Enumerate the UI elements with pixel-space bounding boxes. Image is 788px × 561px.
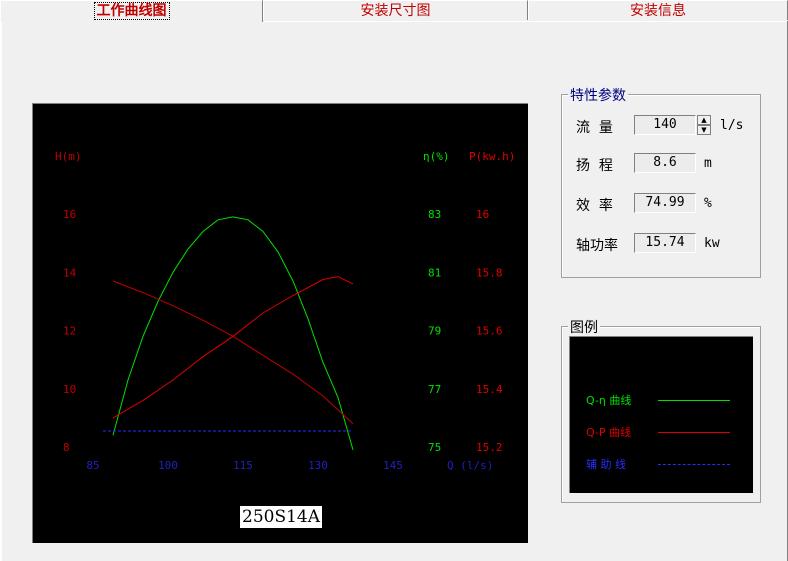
tab-label: 安装尺寸图 (360, 3, 431, 19)
param-unit: l/s (720, 118, 744, 133)
eta-axis-title: η(%) (423, 150, 450, 163)
param-row-flow: 流 量 140 ▲ ▼ l/s (562, 115, 760, 137)
legend-line-power (658, 432, 730, 433)
eta-tick-label: 77 (428, 383, 441, 396)
spin-up-icon[interactable]: ▲ (697, 115, 711, 125)
legend-title: 图例 (568, 317, 600, 337)
param-name: 轴功率 (576, 238, 618, 254)
param-name: 扬 程 (576, 158, 613, 174)
legend-label-power: Q-P 曲线 (586, 426, 632, 439)
flow-spinner[interactable]: ▲ ▼ (697, 115, 711, 135)
series-line-p (112, 276, 354, 419)
legend-label-eta: Q-η 曲线 (586, 394, 632, 407)
tab-install-info[interactable]: 安装信息 (528, 0, 788, 20)
spin-down-icon[interactable]: ▼ (697, 125, 711, 135)
efficiency-field: 74.99 (634, 193, 696, 213)
p-tick-label: 15.2 (476, 441, 503, 454)
p-tick-label: 15.8 (476, 266, 503, 279)
legend-line-eta (658, 400, 730, 401)
x-tick-label: 100 (158, 459, 178, 472)
q-axis-title: Q (l/s) (447, 459, 493, 472)
tab-performance-curve[interactable]: 工作曲线图 (0, 0, 263, 22)
performance-chart: H(m) η(%) P(kw.h) Q (l/s) 16 14 12 10 8 83 81 79 77 7… (32, 103, 528, 543)
h-tick-label: 10 (63, 383, 76, 396)
series-line-h (112, 280, 354, 425)
eta-tick-label: 83 (428, 208, 441, 221)
head-field: 8.6 (634, 153, 696, 173)
panel-edge-left (0, 21, 2, 561)
tab-bar: 工作曲线图 安装尺寸图 安装信息 (0, 0, 788, 22)
tab-install-dimensions[interactable]: 安装尺寸图 (263, 0, 528, 20)
legend-line-aux (658, 464, 730, 465)
param-unit: kw (704, 236, 720, 251)
p-tick-label: 15.6 (476, 325, 503, 338)
x-tick-label: 145 (383, 459, 403, 472)
h-tick-label: 12 (63, 325, 76, 338)
series-line-eta (112, 216, 354, 451)
params-title: 特性参数 (568, 85, 628, 105)
pump-model-label: 250S14A (240, 506, 323, 528)
h-tick-label: 8 (63, 441, 70, 454)
h-axis-title: H(m) (55, 150, 82, 163)
h-tick-label: 14 (63, 266, 77, 279)
flow-input[interactable]: 140 (634, 115, 696, 135)
p-tick-label: 16 (476, 208, 489, 221)
param-row-head: 扬 程 8.6 m (562, 153, 760, 175)
tab-label: 工作曲线图 (93, 2, 170, 20)
chart-svg: H(m) η(%) P(kw.h) Q (l/s) 16 14 12 10 8 83 81 79 77 7… (55, 150, 515, 472)
x-tick-label: 130 (308, 459, 328, 472)
tab-label: 安装信息 (630, 3, 686, 19)
shaft-power-field: 15.74 (634, 233, 696, 253)
param-name: 流 量 (576, 120, 613, 136)
param-row-shaft-power: 轴功率 15.74 kw (562, 233, 760, 255)
legend-group: 图例 Q-η 曲线 Q-P 曲线 辅 助 线 (561, 317, 761, 503)
param-name: 效 率 (576, 198, 613, 214)
tab-divider (262, 21, 788, 22)
legend-box: Q-η 曲线 Q-P 曲线 辅 助 线 (569, 336, 753, 493)
h-tick-label: 16 (63, 208, 76, 221)
x-tick-label: 85 (86, 459, 99, 472)
eta-tick-label: 79 (428, 325, 441, 338)
params-group: 特性参数 流 量 140 ▲ ▼ l/s 扬 程 8.6 m 效 率 74.99… (561, 85, 761, 278)
p-axis-title: P(kw.h) (469, 150, 515, 163)
param-unit: m (704, 156, 712, 171)
x-tick-label: 115 (233, 459, 253, 472)
legend-label-aux: 辅 助 线 (586, 458, 626, 471)
eta-tick-label: 75 (428, 441, 441, 454)
param-row-efficiency: 效 率 74.99 % (562, 193, 760, 215)
param-unit: % (704, 196, 712, 211)
p-tick-label: 15.4 (476, 383, 503, 396)
eta-tick-label: 81 (428, 266, 441, 279)
